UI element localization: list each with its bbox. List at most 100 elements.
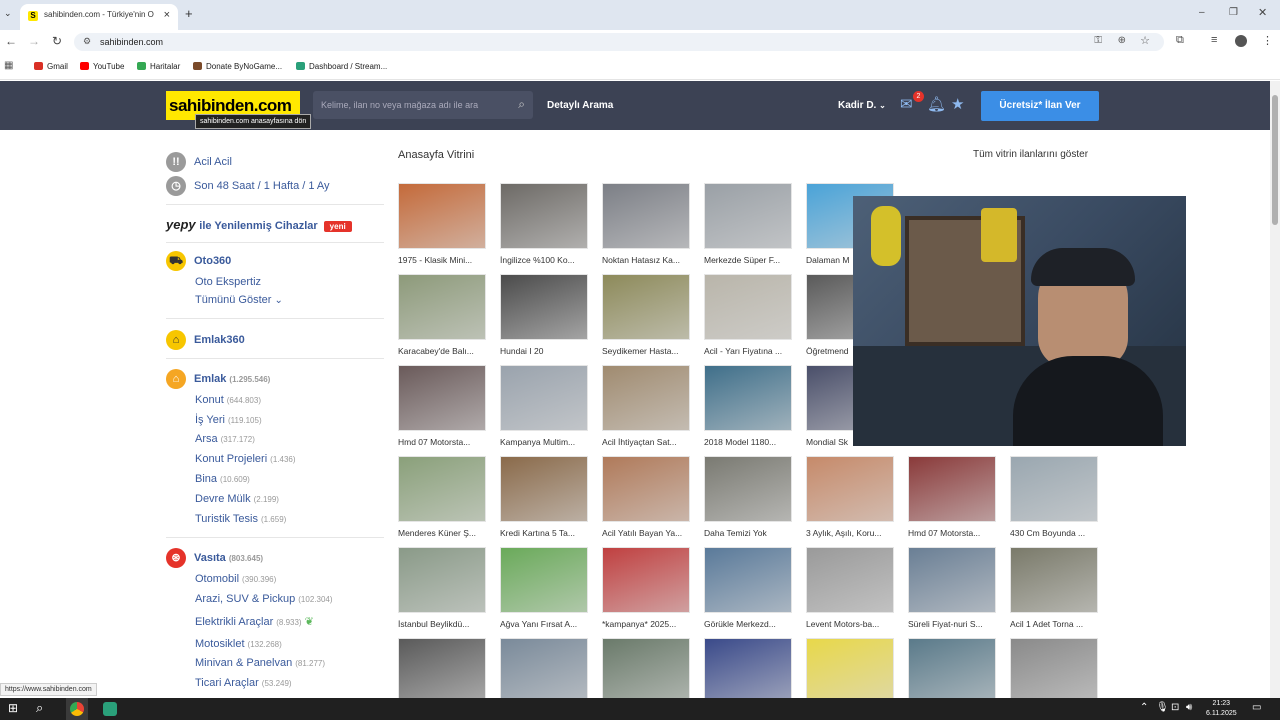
listing-card[interactable]: 2018 Model 1180...	[704, 365, 792, 447]
password-key-icon[interactable]: ⚿	[1094, 35, 1102, 46]
bell-icon[interactable]: 🔔︎	[927, 95, 946, 113]
listing-card[interactable]: 430 Cm Boyunda ...	[1010, 456, 1098, 538]
listing-thumbnail[interactable]	[704, 274, 792, 340]
listing-thumbnail[interactable]	[806, 456, 894, 522]
listing-card[interactable]: Hundai I 20	[500, 274, 588, 356]
listing-thumbnail[interactable]	[500, 547, 588, 613]
listing-thumbnail[interactable]	[500, 183, 588, 249]
reload-icon[interactable]: ↻	[52, 34, 62, 48]
listing-thumbnail[interactable]	[500, 274, 588, 340]
listing-thumbnail[interactable]	[398, 365, 486, 431]
listing-card[interactable]: Süreli Fiyat-nuri S...	[908, 547, 996, 629]
page-scrollbar[interactable]	[1270, 81, 1280, 698]
bookmark-haritalar[interactable]: Haritalar	[137, 62, 180, 71]
listing-thumbnail[interactable]	[704, 638, 792, 704]
sidebar-category-emlak[interactable]: ⌂ Emlak (1.295.546)	[166, 369, 270, 389]
listing-title[interactable]: Hundai I 20	[500, 346, 588, 356]
listing-card[interactable]: Kredi Kartına 5 Ta...	[500, 456, 588, 538]
listing-thumbnail[interactable]	[908, 638, 996, 704]
site-info-icon[interactable]: ⚙	[83, 36, 91, 47]
sidebar-subitem[interactable]: Ticari Araçlar (53.249)	[195, 677, 292, 689]
chrome-taskbar-button[interactable]	[66, 698, 88, 720]
user-menu[interactable]: Kadir D. ⌄	[838, 100, 886, 111]
sidebar-subitem[interactable]: Elektrikli Araçlar (8.933) ❦	[195, 615, 314, 628]
listing-card[interactable]: Daha Temizi Yok	[704, 456, 792, 538]
sidebar-item-recent[interactable]: ◷ Son 48 Saat / 1 Hafta / 1 Ay	[166, 176, 330, 196]
sidebar-subitem[interactable]: Konut (644.803)	[195, 394, 261, 406]
search-icon[interactable]: ⌕	[518, 97, 525, 112]
listing-thumbnail[interactable]	[704, 456, 792, 522]
listing-card[interactable]: Acil Yatılı Bayan Ya...	[602, 456, 690, 538]
listing-thumbnail[interactable]	[398, 456, 486, 522]
listing-title[interactable]: 2018 Model 1180...	[704, 437, 792, 447]
bookmark-gmail[interactable]: Gmail	[34, 62, 68, 71]
listing-card[interactable]: 1975 - Klasik Mini...	[398, 183, 486, 265]
bookmark-star-icon[interactable]: ☆	[1140, 34, 1150, 47]
sidebar-subitem[interactable]: Turistik Tesis (1.659)	[195, 513, 286, 525]
sidebar-subitem-oto-ekspertiz[interactable]: Oto Ekspertiz	[195, 276, 261, 288]
favorites-star-icon[interactable]: ★	[951, 95, 964, 113]
listing-card[interactable]: Karacabey'de Balı...	[398, 274, 486, 356]
bookmark-dashboard[interactable]: Dashboard / Stream...	[296, 62, 387, 71]
listing-thumbnail[interactable]	[602, 547, 690, 613]
clock[interactable]: 21:23 6.11.2025	[1206, 699, 1237, 719]
post-ad-button[interactable]: Ücretsiz* İlan Ver	[981, 91, 1099, 121]
sidebar-subitem[interactable]: Motosiklet (132.268)	[195, 638, 282, 650]
listing-card[interactable]: Acil 1 Adet Torna ...	[1010, 547, 1098, 629]
sidebar-item-acil[interactable]: !! Acil Acil	[166, 152, 232, 172]
listing-title[interactable]: Seydikemer Hasta...	[602, 346, 690, 356]
sidebar-subitem[interactable]: Arazi, SUV & Pickup (102.304)	[195, 593, 333, 605]
listing-title[interactable]: Kredi Kartına 5 Ta...	[500, 528, 588, 538]
listing-card[interactable]: Görükle Merkezd...	[704, 547, 792, 629]
listing-card[interactable]: Seydikemer Hasta...	[602, 274, 690, 356]
listing-card[interactable]: Hmd 07 Motorsta...	[908, 456, 996, 538]
notifications-icon[interactable]: ▭	[1252, 702, 1261, 713]
extensions-icon[interactable]: ⧉	[1176, 34, 1184, 47]
omnibox[interactable]: ⚙ sahibinden.com ⚿ ⊕ ☆	[74, 33, 1164, 51]
start-windows-icon[interactable]: ⊞	[8, 701, 18, 715]
listing-title[interactable]: Acil İhtiyaçtan Sat...	[602, 437, 690, 447]
listing-title[interactable]: İngilizce %100 Ko...	[500, 255, 588, 265]
listing-thumbnail[interactable]	[602, 274, 690, 340]
sidebar-item-oto360[interactable]: ⛟ Oto360	[166, 251, 231, 271]
listing-title[interactable]: Görükle Merkezd...	[704, 619, 792, 629]
back-icon[interactable]: ←	[5, 34, 17, 48]
listing-thumbnail[interactable]	[908, 547, 996, 613]
listing-title[interactable]: Hmd 07 Motorsta...	[398, 437, 486, 447]
listing-card[interactable]: İngilizce %100 Ko...	[500, 183, 588, 265]
listing-title[interactable]: Daha Temizi Yok	[704, 528, 792, 538]
reading-list-icon[interactable]: ≡	[1211, 34, 1217, 46]
show-all-link[interactable]: Tümünü Göster ⌄	[195, 294, 283, 306]
sidebar-subitem[interactable]: Konut Projeleri (1.436)	[195, 453, 296, 465]
listing-card[interactable]: Menderes Küner Ş...	[398, 456, 486, 538]
listing-thumbnail[interactable]	[704, 183, 792, 249]
listing-thumbnail[interactable]	[500, 456, 588, 522]
listing-card[interactable]: Kampanya Multim...	[500, 365, 588, 447]
apps-grid-icon[interactable]: ▦	[4, 60, 13, 71]
sidebar-subitem[interactable]: Minivan & Panelvan (81.277)	[195, 657, 325, 669]
volume-icon[interactable]: 🔊︎	[1186, 702, 1192, 713]
listing-thumbnail[interactable]	[500, 365, 588, 431]
listing-card[interactable]: Acil İhtiyaçtan Sat...	[602, 365, 690, 447]
zoom-icon[interactable]: ⊕	[1118, 35, 1126, 46]
listing-card[interactable]: Merkezde Süper F...	[704, 183, 792, 265]
listing-title[interactable]: Acil - Yarı Fiyatına ...	[704, 346, 792, 356]
listing-title[interactable]: İstanbul Beylikdü...	[398, 619, 486, 629]
listing-card[interactable]: Hmd 07 Motorsta...	[398, 365, 486, 447]
sidebar-item-emlak360[interactable]: ⌂ Emlak360	[166, 330, 245, 350]
listing-title[interactable]: Karacabey'de Balı...	[398, 346, 486, 356]
close-window-icon[interactable]: ✕	[1258, 6, 1267, 19]
listing-thumbnail[interactable]	[398, 274, 486, 340]
showcase-all-link[interactable]: Tüm vitrin ilanlarını göster	[973, 149, 1088, 160]
listing-thumbnail[interactable]	[398, 638, 486, 704]
microphone-icon[interactable]: 🎙︎	[1156, 702, 1169, 713]
listing-title[interactable]: Acil Yatılı Bayan Ya...	[602, 528, 690, 538]
listing-thumbnail[interactable]	[1010, 547, 1098, 613]
detailed-search-link[interactable]: Detaylı Arama	[547, 100, 613, 111]
mail-icon[interactable]: ✉	[900, 95, 913, 113]
taskbar-search-icon[interactable]: ⌕	[36, 700, 43, 716]
listing-card[interactable]: İstanbul Beylikdü...	[398, 547, 486, 629]
scrollbar-thumb[interactable]	[1272, 95, 1278, 225]
minimize-icon[interactable]: –	[1199, 7, 1205, 18]
listing-title[interactable]: Kampanya Multim...	[500, 437, 588, 447]
